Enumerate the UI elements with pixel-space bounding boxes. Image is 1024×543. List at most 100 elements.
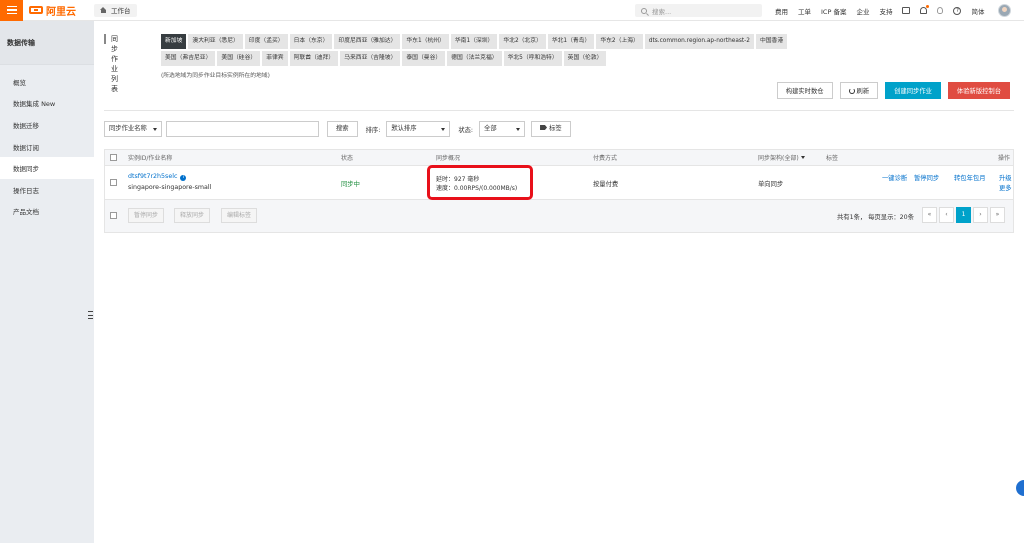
create-sync-job-button[interactable]: 创建同步作业 [885, 82, 941, 99]
job-name: singapore-singapore-small [128, 184, 212, 191]
sidebar-item-data-subscription[interactable]: 数据订阅 [0, 136, 94, 158]
aliyun-logo-icon [29, 6, 43, 14]
help-icon[interactable]: ? [953, 6, 962, 15]
status-badge: 同步中 [341, 181, 360, 188]
region-tab[interactable]: 华东1（杭州） [402, 34, 449, 49]
region-tab[interactable]: 澳大利亚（悉尼） [188, 34, 243, 49]
sidebar-item-data-integration[interactable]: 数据集成 New [0, 93, 94, 115]
nav-icp[interactable]: ICP 备案 [821, 6, 846, 16]
region-note: (所选地域为同步作业目标实例所在的地域) [161, 73, 270, 79]
sidebar-item-data-sync[interactable]: 数据同步 [0, 157, 94, 179]
region-tab[interactable]: 美国（弗吉尼亚） [161, 51, 216, 66]
page-1-button[interactable]: 1 [956, 207, 971, 223]
menu-icon[interactable] [0, 0, 23, 21]
notification-bell-icon[interactable] [920, 5, 930, 14]
pagination: « ‹ 1 › » [922, 207, 1005, 223]
convert-subscription-link[interactable]: 转包年包月 [954, 173, 985, 182]
region-tab[interactable]: 阿联酋（迪拜） [289, 51, 339, 66]
user-avatar[interactable] [998, 4, 1012, 17]
chevron-down-icon [800, 156, 805, 159]
col-instance: 实例ID/作业名称 [128, 155, 173, 162]
upgrade-link[interactable]: 升级 [999, 173, 1012, 182]
terminal-icon[interactable] [902, 7, 911, 14]
region-tab[interactable]: 印度（孟买） [244, 34, 288, 49]
lightbulb-icon[interactable] [937, 7, 944, 14]
table-header: 实例ID/作业名称 状态 同步概况 付费方式 同步架构(全部) 标签 操作 [105, 150, 1013, 166]
refresh-button[interactable]: 刷新 [839, 82, 879, 99]
instance-id-link[interactable]: dtsf9t7r2h5selc [128, 173, 177, 180]
region-tab[interactable]: 印度尼西亚（雅加达） [334, 34, 401, 49]
search-icon [641, 7, 647, 14]
sidebar-item-data-migration[interactable]: 数据迁移 [0, 114, 94, 136]
table-row: dtsf9t7r2h5selc i singapore-singapore-sma… [105, 165, 1013, 200]
search-button[interactable]: 搜索 [327, 121, 358, 137]
pause-sync-link[interactable]: 暂停同步 [914, 173, 939, 182]
region-tab[interactable]: 美国（硅谷） [217, 51, 261, 66]
language-switch[interactable]: 简体 [971, 6, 984, 16]
region-tab[interactable]: 华北1（青岛） [547, 34, 595, 49]
workbench-button[interactable]: 工作台 [94, 3, 137, 17]
sidebar-menu: 概览 数据集成 New 数据迁移 数据订阅 数据同步 操作日志 产品文档 [0, 65, 94, 222]
nav-enterprise[interactable]: 企业 [856, 6, 869, 16]
sidebar-item-operation-log[interactable]: 操作日志 [0, 179, 94, 201]
status-value: 全部 [484, 125, 497, 132]
search-field-select[interactable]: 同步作业名称 [104, 121, 162, 137]
one-click-diagnose-link[interactable]: 一键诊断 [882, 173, 907, 182]
sidebar-item-product-docs[interactable]: 产品文档 [0, 201, 94, 223]
region-tab[interactable]: dts.common.region.ap-northeast-2 [644, 34, 754, 49]
col-billing: 付费方式 [593, 155, 618, 162]
sidebar-item-overview[interactable]: 概览 [0, 71, 94, 93]
row-checkbox[interactable] [110, 179, 117, 186]
sort-label: 排序: [365, 126, 381, 134]
chevron-down-icon [441, 127, 446, 131]
job-search-input[interactable] [166, 121, 319, 137]
select-all-checkbox[interactable] [110, 154, 117, 161]
divider [104, 110, 1014, 111]
chevron-down-icon [516, 127, 521, 131]
info-icon[interactable]: i [180, 175, 187, 181]
col-overview: 同步概况 [436, 155, 461, 162]
status-select[interactable]: 全部 [479, 121, 526, 137]
next-page-button[interactable]: › [973, 207, 988, 223]
region-tab[interactable]: 新加坡 [161, 34, 187, 49]
bulk-edit-tags-button[interactable]: 编辑标签 [221, 208, 258, 223]
more-link[interactable]: 更多 [999, 183, 1012, 192]
topology-cell: 单向同步 [758, 181, 784, 188]
bulk-release-button[interactable]: 释放同步 [174, 208, 211, 223]
region-tab[interactable]: 德国（法兰克福） [447, 51, 502, 66]
region-tabs: 新加坡 澳大利亚（悉尼） 印度（孟买） 日本（东京） 印度尼西亚（雅加达） 华东… [161, 34, 831, 66]
bulk-pause-button[interactable]: 暂停同步 [128, 208, 165, 223]
instance-id-cell: dtsf9t7r2h5selc i [128, 173, 187, 181]
region-tab[interactable]: 菲律宾 [262, 51, 288, 66]
first-page-button[interactable]: « [922, 207, 937, 223]
page-actions: 构建实时数仓 刷新 创建同步作业 体验新版控制台 [776, 82, 1010, 99]
prev-page-button[interactable]: ‹ [939, 207, 954, 223]
table-footer: 暂停同步 释放同步 编辑标签 共有1条， 每页显示：20条 « ‹ 1 › » [105, 200, 1013, 232]
top-navigation-bar: 阿里云 工作台 搜索... 费用 工单 ICP 备案 企业 支持 ? 简体 [0, 0, 1024, 21]
workbench-label: 工作台 [111, 7, 131, 15]
region-tab[interactable]: 华北2（北京） [499, 34, 546, 49]
region-tab[interactable]: 日本（东京） [289, 34, 333, 49]
footer-select-all-checkbox[interactable] [110, 212, 117, 219]
build-realtime-warehouse-button[interactable]: 构建实时数仓 [776, 82, 833, 99]
region-tab[interactable]: 泰国（曼谷） [402, 51, 446, 66]
col-topology[interactable]: 同步架构(全部) [758, 153, 805, 162]
last-page-button[interactable]: » [990, 207, 1005, 223]
nav-fees[interactable]: 费用 [775, 6, 788, 16]
col-status: 状态 [341, 155, 354, 162]
region-tab[interactable]: 马来西亚（吉隆坡） [340, 51, 401, 66]
region-tab[interactable]: 华北5（呼和浩特） [503, 51, 562, 66]
region-tab[interactable]: 华南1（深圳） [450, 34, 498, 49]
global-search-input[interactable]: 搜索... [635, 4, 762, 17]
nav-tickets[interactable]: 工单 [798, 6, 811, 16]
sort-select[interactable]: 默认排序 [386, 121, 451, 137]
aliyun-logo[interactable]: 阿里云 [29, 3, 76, 18]
refresh-label: 刷新 [856, 88, 870, 95]
region-tab[interactable]: 英国（伦敦） [563, 51, 607, 66]
region-tab[interactable]: 中国香港 [755, 34, 788, 49]
tag-filter-button[interactable]: 标签 [531, 121, 571, 137]
nav-support[interactable]: 支持 [879, 6, 892, 16]
try-new-console-button[interactable]: 体验新版控制台 [947, 82, 1010, 99]
sync-job-table: 实例ID/作业名称 状态 同步概况 付费方式 同步架构(全部) 标签 操作 dt… [104, 149, 1014, 233]
region-tab[interactable]: 华东2（上海） [596, 34, 643, 49]
